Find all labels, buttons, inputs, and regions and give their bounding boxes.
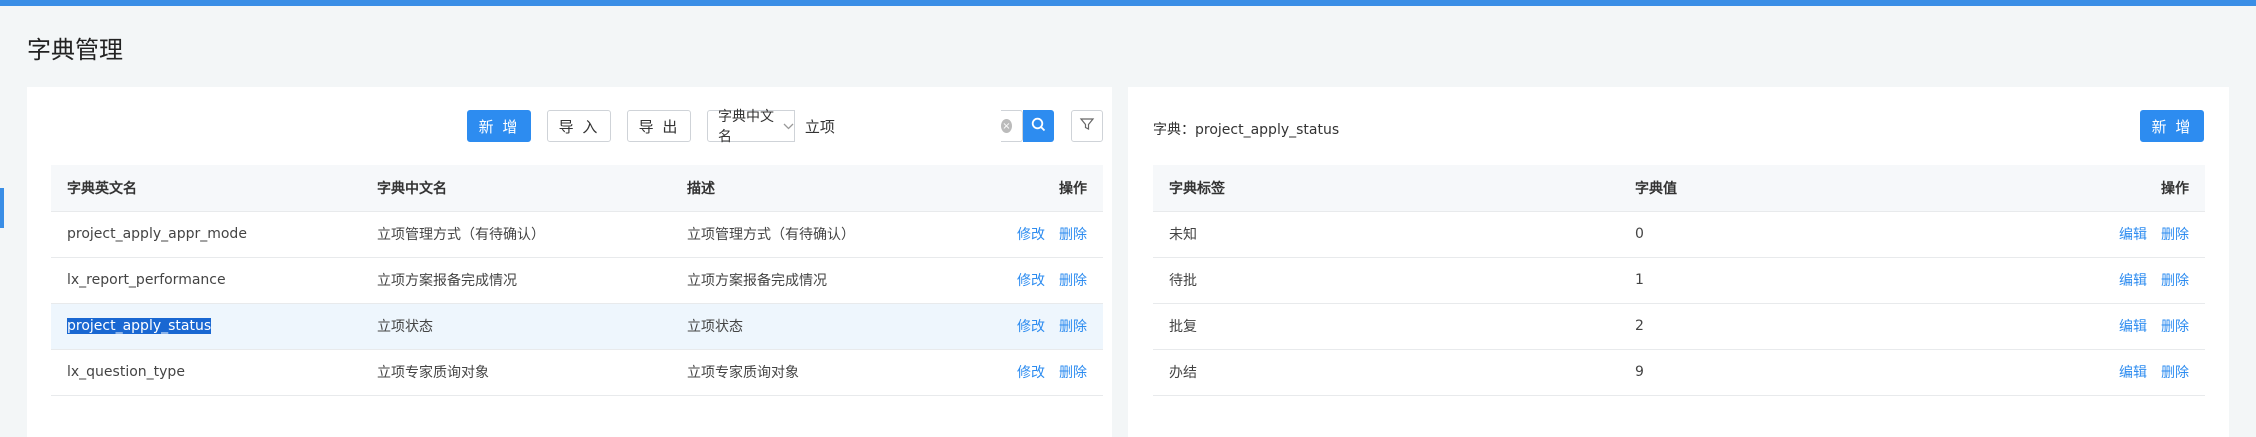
cell-cn-name: 立项管理方式（有待确认） (361, 211, 671, 258)
table-row[interactable]: project_apply_appr_mode 立项管理方式（有待确认） 立项管… (51, 211, 1103, 258)
table-row[interactable]: 办结 9 编辑 删除 (1153, 349, 2205, 396)
cell-label: 待批 (1153, 257, 1619, 304)
edit-link[interactable]: 修改 (1017, 365, 1045, 381)
cell-en-name: project_apply_status (51, 303, 361, 350)
search-button[interactable] (1023, 110, 1054, 142)
cell-actions: 修改 删除 (981, 211, 1103, 258)
edit-link[interactable]: 编辑 (2119, 227, 2147, 243)
col-header-actions: 操作 (2085, 165, 2205, 212)
cell-en-name: project_apply_appr_mode (51, 211, 361, 258)
table-row[interactable]: lx_question_type 立项专家质询对象 立项专家质询对象 修改 删除 (51, 349, 1103, 396)
cell-value: 1 (1619, 257, 2085, 304)
add-item-button[interactable]: 新 增 (2140, 110, 2204, 142)
clear-icon[interactable]: × (1000, 119, 1012, 133)
table-header-row: 字典标签 字典值 操作 (1153, 165, 2205, 212)
cell-en-name: lx_report_performance (51, 257, 361, 304)
delete-link[interactable]: 删除 (2161, 227, 2189, 243)
search-input[interactable] (794, 110, 1001, 142)
cell-cn-name: 立项方案报备完成情况 (361, 257, 671, 304)
table-row-selected[interactable]: project_apply_status 立项状态 立项状态 修改 删除 (51, 303, 1103, 350)
dictionary-list-panel: 新 增 导 入 导 出 字典中文名 × 字典英文名 字典中文名 描述 操作 (27, 87, 1112, 437)
dictionary-table: 字典英文名 字典中文名 描述 操作 project_apply_appr_mod… (51, 165, 1103, 396)
cell-description: 立项状态 (671, 303, 981, 350)
cell-value: 9 (1619, 349, 2085, 396)
col-header-label: 字典标签 (1153, 165, 1619, 212)
import-button[interactable]: 导 入 (547, 110, 611, 142)
dictionary-items-panel: 字典：project_apply_status 新 增 字典标签 字典值 操作 … (1128, 87, 2229, 437)
cell-value: 0 (1619, 211, 2085, 258)
cell-cn-name: 立项专家质询对象 (361, 349, 671, 396)
table-row[interactable]: lx_report_performance 立项方案报备完成情况 立项方案报备完… (51, 257, 1103, 304)
delete-link[interactable]: 删除 (1059, 227, 1087, 243)
cell-actions: 编辑 删除 (2085, 211, 2205, 258)
cell-actions: 修改 删除 (981, 349, 1103, 396)
search-icon (1031, 117, 1046, 136)
delete-link[interactable]: 删除 (2161, 365, 2189, 381)
cell-actions: 编辑 删除 (2085, 257, 2205, 304)
side-indicator (0, 188, 4, 228)
edit-link[interactable]: 修改 (1017, 227, 1045, 243)
search-field-select[interactable]: 字典中文名 (708, 109, 795, 145)
page-title: 字典管理 (27, 36, 123, 64)
edit-link[interactable]: 修改 (1017, 319, 1045, 335)
dictionary-items-table: 字典标签 字典值 操作 未知 0 编辑 删除 待批 1 编辑 删除 批复 2 编… (1153, 165, 2205, 396)
cell-label: 未知 (1153, 211, 1619, 258)
table-header-row: 字典英文名 字典中文名 描述 操作 (51, 165, 1103, 212)
delete-link[interactable]: 删除 (1059, 365, 1087, 381)
add-dictionary-button[interactable]: 新 增 (467, 110, 531, 142)
export-button[interactable]: 导 出 (627, 110, 691, 142)
cell-description: 立项管理方式（有待确认） (671, 211, 981, 258)
cell-cn-name: 立项状态 (361, 303, 671, 350)
col-header-actions: 操作 (981, 165, 1103, 212)
edit-link[interactable]: 编辑 (2119, 365, 2147, 381)
cell-actions: 编辑 删除 (2085, 349, 2205, 396)
selected-text: project_apply_status (67, 318, 212, 334)
current-dictionary-label: 字典：project_apply_status (1153, 122, 1340, 138)
col-header-description: 描述 (671, 165, 981, 212)
edit-link[interactable]: 编辑 (2119, 319, 2147, 335)
search-field-label: 字典中文名 (718, 109, 774, 145)
delete-link[interactable]: 删除 (2161, 319, 2189, 335)
col-header-cn-name: 字典中文名 (361, 165, 671, 212)
table-row[interactable]: 未知 0 编辑 删除 (1153, 211, 2205, 258)
cell-label: 批复 (1153, 303, 1619, 350)
cell-en-name: lx_question_type (51, 349, 361, 396)
cell-description: 立项方案报备完成情况 (671, 257, 981, 304)
filter-button[interactable] (1071, 110, 1103, 142)
cell-actions: 修改 删除 (981, 257, 1103, 304)
cell-label: 办结 (1153, 349, 1619, 396)
search-group: 字典中文名 × (707, 109, 1023, 145)
edit-link[interactable]: 编辑 (2119, 273, 2147, 289)
cell-actions: 编辑 删除 (2085, 303, 2205, 350)
delete-link[interactable]: 删除 (2161, 273, 2189, 289)
table-row[interactable]: 批复 2 编辑 删除 (1153, 303, 2205, 350)
table-row[interactable]: 待批 1 编辑 删除 (1153, 257, 2205, 304)
cell-actions: 修改 删除 (981, 303, 1103, 350)
col-header-en-name: 字典英文名 (51, 165, 361, 212)
edit-link[interactable]: 修改 (1017, 273, 1045, 289)
delete-link[interactable]: 删除 (1059, 273, 1087, 289)
cell-description: 立项专家质询对象 (671, 349, 981, 396)
filter-icon (1079, 116, 1095, 136)
top-accent-bar (0, 0, 2256, 6)
chevron-down-icon (783, 120, 794, 133)
delete-link[interactable]: 删除 (1059, 319, 1087, 335)
col-header-value: 字典值 (1619, 165, 2085, 212)
cell-value: 2 (1619, 303, 2085, 350)
